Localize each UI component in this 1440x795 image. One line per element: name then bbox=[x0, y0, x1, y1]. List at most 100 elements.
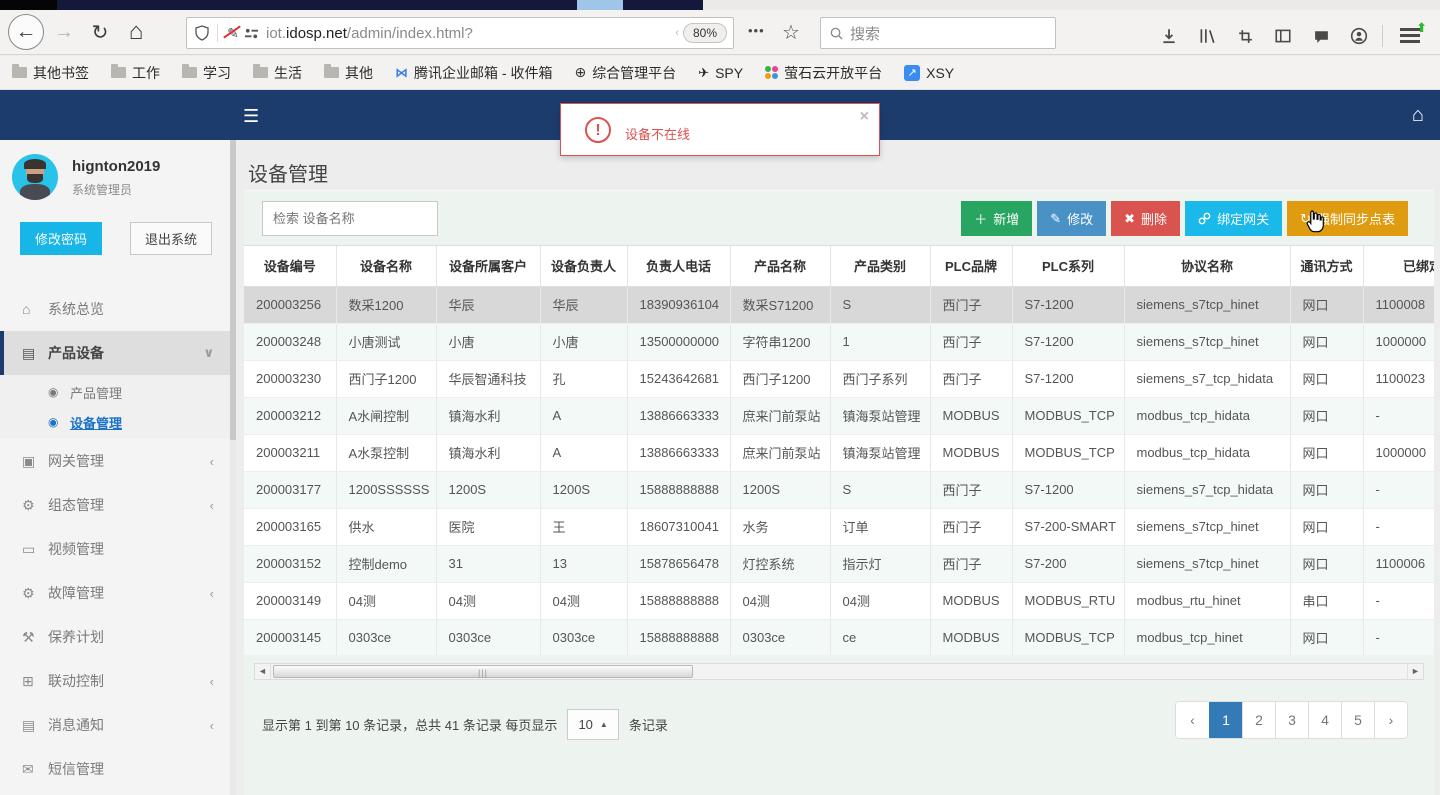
action-button[interactable]: ✖ 删除 bbox=[1111, 201, 1181, 236]
bookmark-item[interactable]: 其他书签 bbox=[12, 63, 89, 83]
tab-highlight[interactable] bbox=[577, 0, 623, 10]
sidebar-item[interactable]: ▭ 视频管理 bbox=[0, 527, 230, 571]
change-password-button[interactable]: 修改密码 bbox=[20, 222, 103, 255]
table-row[interactable]: 200003149 04测 04测 04测 15888888888 04测 04测 MODBU… bbox=[244, 582, 1434, 620]
device-search-input[interactable] bbox=[262, 201, 438, 236]
url-text[interactable]: iot.idosp.net/admin/index.html? bbox=[266, 25, 671, 42]
table-cell: MODBUS bbox=[930, 397, 1013, 435]
sidebar-item[interactable]: ▣ 网关管理 ‹ bbox=[0, 439, 230, 483]
page-prev-button[interactable]: ‹ bbox=[1176, 702, 1209, 738]
column-header[interactable]: 协议名称 bbox=[1124, 246, 1291, 287]
per-page-dropdown[interactable]: 10 ▲ bbox=[567, 709, 619, 740]
no-edit-icon[interactable]: ✎ bbox=[224, 24, 242, 42]
action-button[interactable]: ✎ 修改 bbox=[1037, 201, 1107, 236]
table-row[interactable]: 200003248 小唐测试 小唐 小唐 13500000000 字符串1200 1 西门子 S… bbox=[244, 323, 1434, 361]
table-row[interactable]: 200003212 A水闸控制 镇海水利 A 13886663333 庶来门前泵站 镇海泵站… bbox=[244, 397, 1434, 435]
library-icon[interactable] bbox=[1190, 21, 1224, 51]
permissions-icon[interactable] bbox=[242, 24, 260, 42]
back-button[interactable]: ← bbox=[8, 14, 44, 50]
table-cell: siemens_s7tcp_hinet bbox=[1124, 545, 1291, 583]
page-next-button[interactable]: › bbox=[1374, 702, 1407, 738]
column-header[interactable]: 设备负责人 bbox=[540, 246, 628, 287]
column-header[interactable]: 设备编号 bbox=[244, 246, 337, 287]
browser-search-box[interactable]: 搜索 bbox=[820, 17, 1056, 49]
bookmark-item[interactable]: ⋈ 腾讯企业邮箱 - 收件箱 bbox=[395, 63, 552, 83]
column-header[interactable]: PLC系列 bbox=[1012, 246, 1125, 287]
app-home-icon[interactable]: ⌂ bbox=[1412, 104, 1424, 127]
sidebar-item[interactable]: ⌂ 系统总览 bbox=[0, 287, 230, 331]
bookmark-star-icon[interactable]: ☆ bbox=[782, 20, 800, 45]
table-row[interactable]: 200003177 1200SSSSSS 1200S 1200S 15888888888… bbox=[244, 471, 1434, 509]
table-cell: 15243642681 bbox=[627, 360, 731, 398]
table-row[interactable]: 200003256 数采1200 华辰 华辰 18390936104 数采S71200 S 西… bbox=[244, 286, 1434, 324]
bookmark-item[interactable]: ⊕ 综合管理平台 bbox=[574, 63, 676, 83]
url-bar[interactable]: ✎ iot.idosp.net/admin/index.html? ‹ 80% bbox=[186, 17, 734, 49]
table-cell: 04测 bbox=[730, 582, 831, 620]
table-row[interactable]: 200003165 供水 医院王 18607310041 水务 订单 西门子 S7-200-S… bbox=[244, 508, 1434, 546]
shield-icon[interactable] bbox=[193, 24, 211, 42]
sidebar-item[interactable]: ▤ 产品设备 ∨ bbox=[0, 331, 230, 375]
x-icon: ✖ bbox=[1124, 210, 1136, 226]
account-icon[interactable] bbox=[1342, 21, 1376, 51]
table-row[interactable]: 200003152 控制demo 31 13 15878656478 灯控系统 指示灯 西门子… bbox=[244, 545, 1434, 583]
column-header[interactable]: 通讯方式 bbox=[1290, 246, 1364, 287]
sidebar-collapse-icon[interactable]: ☰ bbox=[243, 106, 259, 127]
sidebar-item[interactable]: ▤ 消息通知 ‹ bbox=[0, 703, 230, 747]
table-row[interactable]: 200003145 0303ce 0303ce 0303ce 15888888888 03… bbox=[244, 619, 1434, 655]
alert-close-icon[interactable]: × bbox=[860, 108, 869, 126]
bookmark-item[interactable]: 学习 bbox=[182, 63, 231, 83]
xsy-icon: ↗ bbox=[904, 64, 921, 81]
page-button[interactable]: 4 bbox=[1308, 702, 1341, 738]
sidebar-subitem-active[interactable]: ◉ 设备管理 bbox=[0, 407, 230, 437]
sidebar-item[interactable]: ⚙ 故障管理 ‹ bbox=[0, 571, 230, 615]
home-button[interactable]: ⌂ bbox=[120, 16, 152, 48]
update-arrow-icon: ⬆ bbox=[1416, 20, 1427, 35]
sidebar-item[interactable]: ✉ 短信管理 bbox=[0, 747, 230, 791]
add-button[interactable]: ＋ 新增 bbox=[961, 201, 1033, 236]
avatar bbox=[12, 154, 58, 200]
page-actions-icon[interactable]: ••• bbox=[748, 23, 765, 38]
horizontal-scrollbar[interactable]: ◄ ► ||| bbox=[254, 663, 1424, 680]
column-header[interactable]: 负责人电话 bbox=[627, 246, 731, 287]
bookmark-item[interactable]: 其他 bbox=[324, 63, 373, 83]
page-button[interactable]: 3 bbox=[1275, 702, 1308, 738]
table-row[interactable]: 200003230 西门子1200 华辰智通科技孔 15243642681 西门子120… bbox=[244, 360, 1434, 398]
table-cell: 31 bbox=[436, 545, 541, 583]
table-cell: - bbox=[1363, 471, 1434, 509]
column-header[interactable]: 产品类别 bbox=[830, 246, 931, 287]
downloads-icon[interactable] bbox=[1152, 21, 1186, 51]
action-button[interactable]: 绑定网关 bbox=[1185, 201, 1283, 236]
reload-button[interactable]: ↻ bbox=[84, 16, 116, 48]
column-header[interactable]: 设备名称 bbox=[336, 246, 437, 287]
column-header[interactable]: PLC品牌 bbox=[930, 246, 1013, 287]
bookmark-item[interactable]: ✈ SPY bbox=[698, 65, 743, 81]
page-button[interactable]: 2 bbox=[1242, 702, 1275, 738]
scroll-left-arrow-icon[interactable]: ◄ bbox=[255, 664, 271, 679]
sidebar-item[interactable]: ⚒ 保养计划 bbox=[0, 615, 230, 659]
bookmark-item[interactable]: 工作 bbox=[111, 63, 160, 83]
active-tab[interactable] bbox=[0, 0, 57, 10]
page-button[interactable]: 1 bbox=[1209, 702, 1242, 738]
sidebar-item[interactable]: ⚙ 组态管理 ‹ bbox=[0, 483, 230, 527]
forward-button[interactable]: → bbox=[48, 16, 80, 48]
scroll-right-arrow-icon[interactable]: ► bbox=[1407, 664, 1423, 679]
scrollbar-thumb[interactable]: ||| bbox=[273, 665, 693, 678]
column-header[interactable]: 产品名称 bbox=[730, 246, 831, 287]
table-row[interactable]: 200003211 A水泵控制 镇海水利 A 13886663333 庶来门前泵站 镇海泵站… bbox=[244, 434, 1434, 472]
chat-icon[interactable] bbox=[1304, 21, 1338, 51]
column-header[interactable]: 设备所属客户 bbox=[436, 246, 541, 287]
page-button[interactable]: 5 bbox=[1341, 702, 1374, 738]
logout-button[interactable]: 退出系统 bbox=[130, 222, 213, 255]
table-cell: siemens_s7_tcp_hidata bbox=[1124, 360, 1291, 398]
zoom-level-badge[interactable]: 80% bbox=[682, 23, 727, 43]
screenshot-icon[interactable] bbox=[1228, 21, 1262, 51]
sidebar-toggle-icon[interactable] bbox=[1266, 21, 1300, 51]
bookmark-item[interactable]: 萤石云开放平台 bbox=[765, 63, 882, 83]
bookmark-item[interactable]: 生活 bbox=[253, 63, 302, 83]
column-header[interactable]: 已绑定网关 bbox=[1363, 246, 1434, 287]
bookmark-item[interactable]: ↗ XSY bbox=[904, 64, 954, 81]
sidebar-subitem-item[interactable]: ◉ 产品管理 bbox=[0, 377, 230, 407]
table-cell: siemens_s7_tcp_hidata bbox=[1124, 471, 1291, 509]
sidebar-item[interactable]: ⊞ 联动控制 ‹ bbox=[0, 659, 230, 703]
menu-icon[interactable]: ⬆ bbox=[1393, 20, 1427, 51]
